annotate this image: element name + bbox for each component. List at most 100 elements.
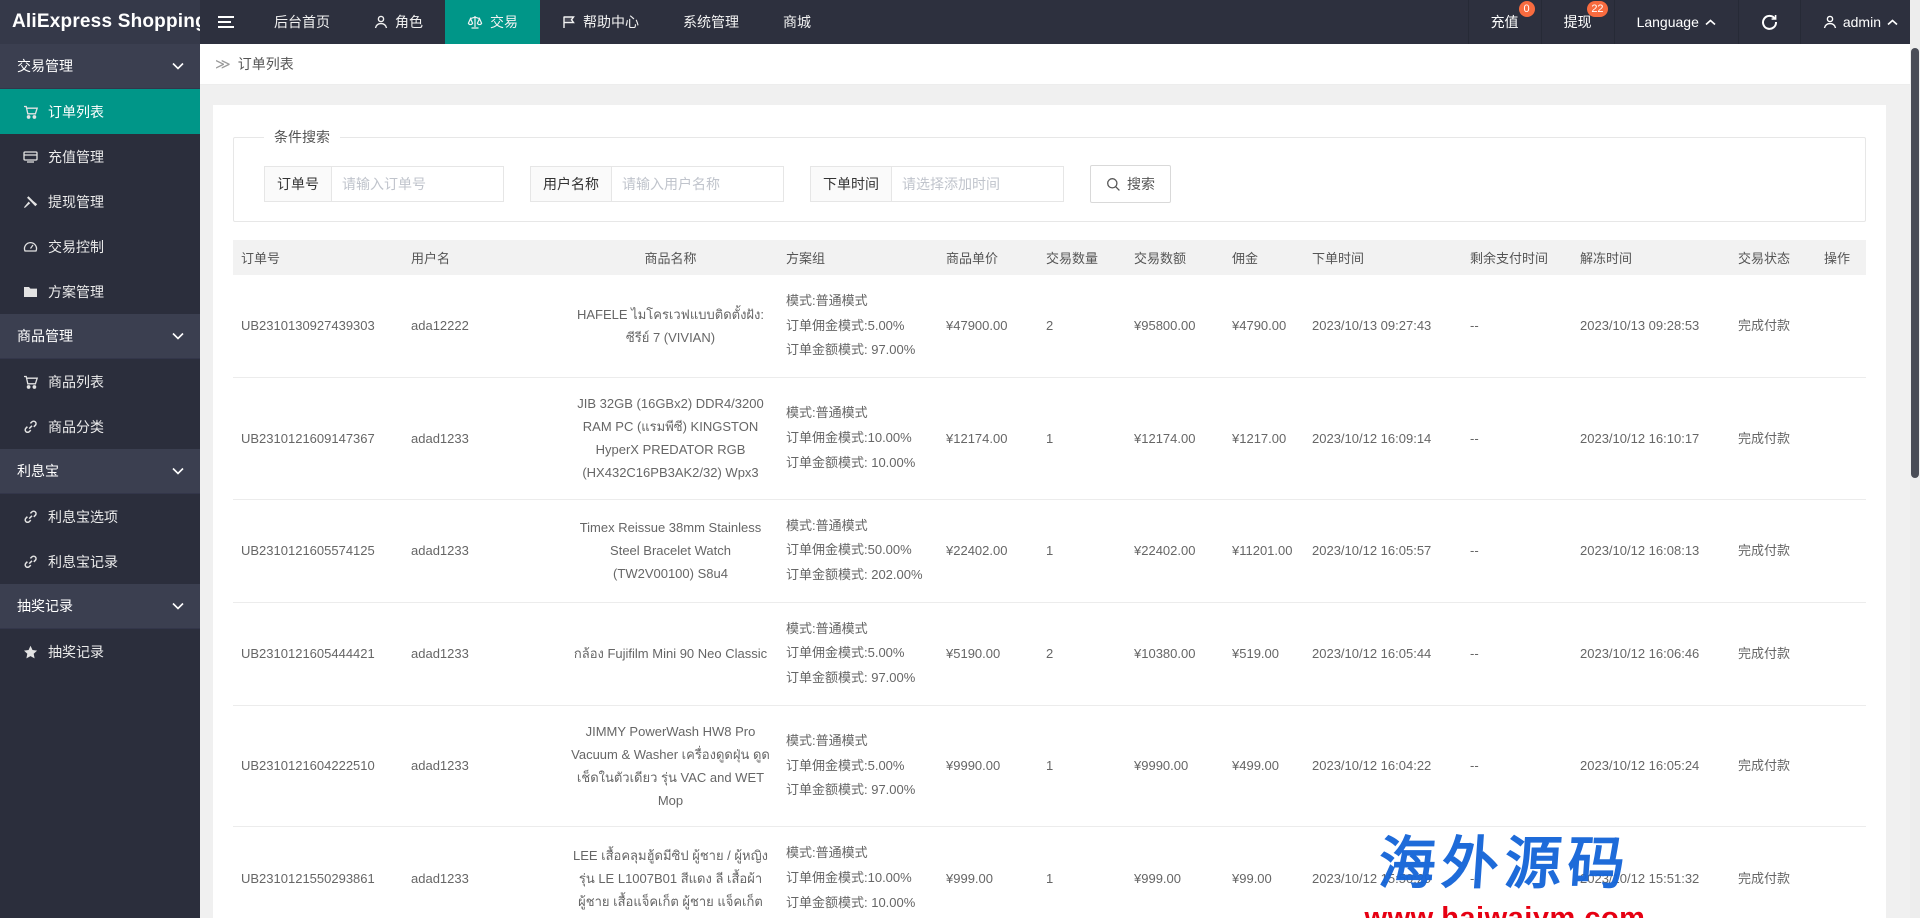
refresh-button[interactable] <box>1737 0 1800 44</box>
nav-item-6[interactable]: 商城 <box>761 0 833 44</box>
hamburger-icon <box>217 15 235 29</box>
sidebar-item-4-1[interactable]: 抽奖记录 <box>0 629 200 674</box>
sidebar-group-4[interactable]: 抽奖记录 <box>0 584 200 629</box>
sidebar-group-label: 交易管理 <box>17 58 73 74</box>
cell-order_no: UB2310130927439303 <box>233 275 403 379</box>
sidebar-item-1-2[interactable]: 充值管理 <box>0 134 200 179</box>
cell-amount: ¥10380.00 <box>1126 602 1224 706</box>
plan-line: 模式:普通模式 <box>786 517 868 533</box>
language-dropdown[interactable]: Language <box>1613 0 1738 44</box>
cell-quantity: 2 <box>1038 275 1126 379</box>
plan-line: 模式:普通模式 <box>786 620 868 636</box>
gavel-icon <box>23 195 39 209</box>
chevron-down-icon <box>172 332 184 340</box>
cell-quantity: 1 <box>1038 499 1126 603</box>
admin-dropdown[interactable]: admin <box>1799 0 1920 44</box>
cell-username: adad1233 <box>403 826 563 918</box>
nav-item-3[interactable]: 交易 <box>445 0 540 44</box>
search-row: 订单号 用户名称 下单时间 搜索 <box>250 165 1849 203</box>
cell-status: 完成付款 <box>1730 602 1816 706</box>
breadcrumb: ≫ 订单列表 <box>200 44 1920 85</box>
nav-item-5[interactable]: 系统管理 <box>661 0 761 44</box>
cell-unfreeze_time: 2023/10/12 16:10:17 <box>1572 377 1730 500</box>
column-header-12: 交易状态 <box>1730 240 1816 275</box>
search-field-label: 下单时间 <box>810 166 892 202</box>
cell-status: 完成付款 <box>1730 499 1816 603</box>
search-panel: 条件搜索 订单号 用户名称 下单时间 搜索 <box>233 127 1866 222</box>
nav-item-label: 角色 <box>395 14 423 30</box>
cell-username: adad1233 <box>403 705 563 828</box>
search-input-3[interactable] <box>892 166 1064 202</box>
cell-remaining_pay_time: -- <box>1462 377 1572 500</box>
sidebar-item-3-1[interactable]: 利息宝选项 <box>0 494 200 539</box>
content-card: 条件搜索 订单号用户名称下单时间搜索 订单号用户名商品名称方案组商品单价交易数量… <box>213 105 1886 918</box>
cell-order_no: UB2310121604222510 <box>233 705 403 828</box>
cell-actions <box>1816 705 1866 828</box>
nav-item-4[interactable]: 帮助中心 <box>540 0 661 44</box>
cell-order_time: 2023/10/12 16:04:22 <box>1304 705 1462 828</box>
cell-actions <box>1816 499 1866 603</box>
cell-remaining_pay_time: -- <box>1462 705 1572 828</box>
nav-item-label: 商城 <box>783 14 811 30</box>
plan-line: 订单佣金模式:5.00% <box>786 645 905 661</box>
sidebar-toggle-button[interactable] <box>200 0 252 44</box>
orders-table-header: 订单号 用户名 商品名称 方案组 商品单价 交易数量 交易数额 佣金 下单时间 剩余支付时间 解冻时… <box>233 240 1866 275</box>
cell-order_no: UB2310121605444421 <box>233 602 403 706</box>
cell-remaining_pay_time: -- <box>1462 499 1572 603</box>
sidebar-item-1-1[interactable]: 订单列表 <box>0 89 200 134</box>
plan-line: 模式:普通模式 <box>786 732 868 748</box>
column-header-10: 剩余支付时间 <box>1462 240 1572 275</box>
cell-unit_price: ¥22402.00 <box>938 499 1038 603</box>
cell-status: 完成付款 <box>1730 377 1816 500</box>
cell-plan: 模式:普通模式 订单佣金模式:50.00% 订单金额模式: 202.00% <box>778 499 938 603</box>
sidebar-item-2-2[interactable]: 商品分类 <box>0 404 200 449</box>
recharge-button[interactable]: 充值 0 <box>1467 0 1541 44</box>
sidebar-group-2[interactable]: 商品管理 <box>0 314 200 359</box>
cell-actions <box>1816 377 1866 500</box>
navbar-right: 充值 0 提现 22 Language admin <box>1467 0 1920 44</box>
nav-item-label: 系统管理 <box>683 14 739 30</box>
cell-remaining_pay_time: -- <box>1462 826 1572 918</box>
plan-line: 订单金额模式: 97.00% <box>786 782 916 798</box>
recharge-label: 充值 <box>1490 14 1519 30</box>
sidebar-item-1-4[interactable]: 交易控制 <box>0 224 200 269</box>
nav-item-2[interactable]: 角色 <box>352 0 445 44</box>
search-input-1[interactable] <box>332 166 504 202</box>
withdraw-button[interactable]: 提现 22 <box>1540 0 1614 44</box>
cell-amount: ¥9990.00 <box>1126 705 1224 828</box>
cell-plan: 模式:普通模式 订单佣金模式:10.00% 订单金额模式: 10.00% <box>778 377 938 500</box>
sidebar-item-1-3[interactable]: 提现管理 <box>0 179 200 224</box>
sidebar-item-1-5[interactable]: 方案管理 <box>0 269 200 314</box>
column-header-13: 操作 <box>1816 240 1866 275</box>
scales-icon <box>467 15 483 29</box>
nav-item-1[interactable]: 后台首页 <box>252 0 352 44</box>
table-row: UB2310121550293861 adad1233 LEE เสื้อคลุมฮ… <box>233 826 1866 918</box>
card-icon <box>23 150 39 163</box>
cell-order_time: 2023/10/12 15:50:29 <box>1304 826 1462 918</box>
sidebar-group-3[interactable]: 利息宝 <box>0 449 200 494</box>
search-input-2[interactable] <box>612 166 784 202</box>
chevron-down-icon <box>172 467 184 475</box>
table-row: UB2310130927439303 ada12222 HAFELE ไมโครเว… <box>233 275 1866 379</box>
table-row: UB2310121609147367 adad1233 JIB 32GB (16GB… <box>233 377 1866 500</box>
gauge-icon <box>23 240 39 253</box>
cell-unfreeze_time: 2023/10/12 16:05:24 <box>1572 705 1730 828</box>
cell-commission: ¥4790.00 <box>1224 275 1304 379</box>
search-button[interactable]: 搜索 <box>1090 165 1171 203</box>
sidebar-item-2-1[interactable]: 商品列表 <box>0 359 200 404</box>
sidebar-item-label: 订单列表 <box>48 103 104 120</box>
cell-amount: ¥22402.00 <box>1126 499 1224 603</box>
chevron-up-icon <box>1887 18 1898 26</box>
sidebar-group-1[interactable]: 交易管理 <box>0 44 200 89</box>
cell-amount: ¥95800.00 <box>1126 275 1224 379</box>
withdraw-label: 提现 <box>1563 14 1592 30</box>
sidebar-item-label: 商品列表 <box>48 373 104 390</box>
plan-line: 订单佣金模式:50.00% <box>786 542 912 558</box>
sidebar-item-label: 抽奖记录 <box>48 643 104 660</box>
cell-commission: ¥11201.00 <box>1224 499 1304 603</box>
folder-icon <box>23 285 39 298</box>
sidebar-item-3-2[interactable]: 利息宝记录 <box>0 539 200 584</box>
cell-quantity: 1 <box>1038 377 1126 500</box>
scrollbar-thumb[interactable] <box>1911 48 1919 478</box>
search-panel-title: 条件搜索 <box>274 129 330 145</box>
